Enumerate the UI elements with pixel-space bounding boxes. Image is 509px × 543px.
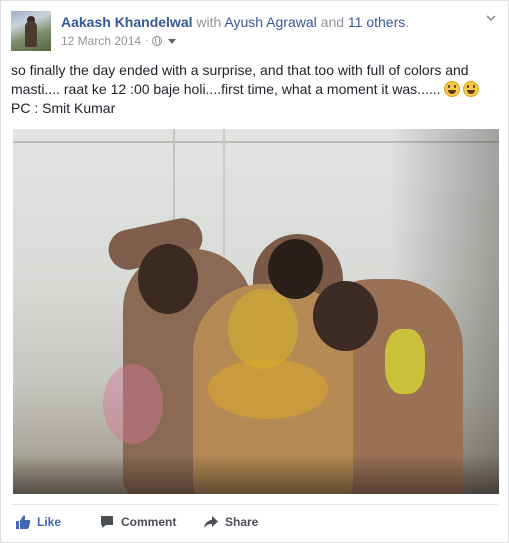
like-label: Like <box>37 515 62 529</box>
post-text-body: so finally the day ended with a surprise… <box>11 62 469 97</box>
post-text: so finally the day ended with a surprise… <box>11 61 499 118</box>
post-card: Aakash Khandelwal with Ayush Agrawal and… <box>0 0 509 543</box>
comment-icon <box>101 516 113 528</box>
author-name-link[interactable]: Aakash Khandelwal <box>61 14 193 30</box>
share-label: Share <box>225 515 259 529</box>
post-meta: 12 March 2014 · <box>61 33 177 49</box>
photo-shape <box>208 359 328 419</box>
like-button[interactable]: Like <box>11 508 85 536</box>
post-title-line: Aakash Khandelwal with Ayush Agrawal and… <box>61 13 409 31</box>
period-text: . <box>405 14 410 30</box>
photo-floor <box>13 454 499 494</box>
with-text: with <box>192 14 225 30</box>
photo-shape <box>138 244 198 314</box>
post-date-link[interactable]: 12 March 2014 <box>61 33 141 49</box>
globe-icon[interactable] <box>152 36 163 46</box>
post-photo[interactable] <box>13 129 499 494</box>
grinning-emoji-icon <box>462 81 479 97</box>
others-link[interactable]: 11 others <box>348 14 405 30</box>
action-bar: Like Comment Share <box>11 508 287 536</box>
action-divider <box>11 504 498 505</box>
share-icon <box>204 516 218 528</box>
caret-down-icon[interactable] <box>168 38 177 44</box>
meta-separator: · <box>145 35 149 46</box>
photo-shape <box>228 289 298 369</box>
tagged-person-link[interactable]: Ayush Agrawal <box>224 14 316 30</box>
thumbs-up-icon <box>16 515 31 529</box>
author-avatar[interactable] <box>11 11 51 51</box>
chevron-down-icon[interactable] <box>484 11 498 25</box>
share-button[interactable]: Share <box>199 508 287 536</box>
grinning-emoji-icon <box>443 81 460 97</box>
photo-shape <box>385 329 425 394</box>
photo-shape <box>103 364 163 444</box>
comment-button[interactable]: Comment <box>95 508 199 536</box>
avatar-figure <box>25 21 37 47</box>
photo-shape <box>313 281 378 351</box>
and-text: and <box>316 14 348 30</box>
photo-shape <box>268 239 323 299</box>
photo-credit: PC : Smit Kumar <box>11 100 116 116</box>
comment-label: Comment <box>121 515 177 529</box>
post-header: Aakash Khandelwal with Ayush Agrawal and… <box>11 9 498 51</box>
